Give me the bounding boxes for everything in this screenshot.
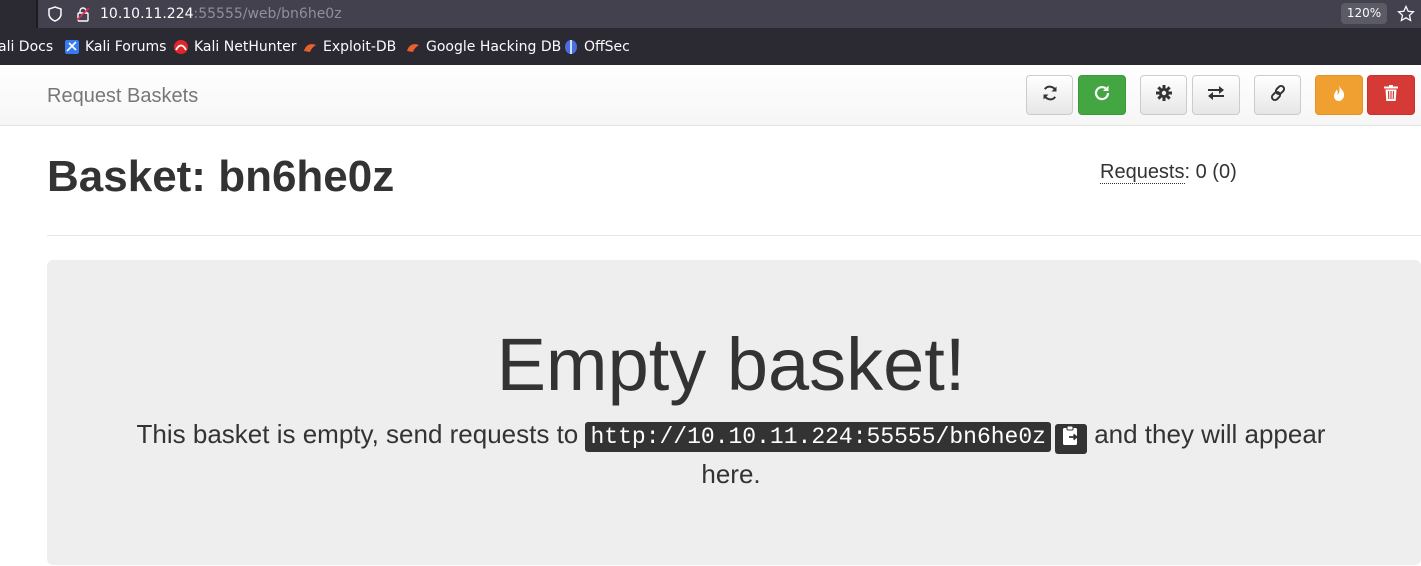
exchange-icon (1206, 84, 1226, 107)
requests-counter: Requests: 0 (0) (1100, 161, 1237, 184)
empty-basket-message: This basket is empty, send requests to h… (136, 419, 1326, 489)
divider (47, 235, 1421, 236)
auto-refresh-button[interactable] (1078, 75, 1126, 115)
ghdb-icon (405, 39, 421, 55)
offsec-icon (563, 39, 579, 55)
bookmark-offsec[interactable]: OffSec (563, 28, 630, 65)
basket-title: Basket: bn6he0z (47, 152, 395, 201)
bookmark-google-hacking-db[interactable]: Google Hacking DB (405, 28, 561, 65)
bookmark-kali-docs[interactable]: ali Docs (0, 28, 53, 65)
app-navbar: Request Baskets (0, 65, 1421, 126)
settings-button[interactable] (1140, 75, 1187, 115)
requests-count: : 0 (0) (1184, 161, 1237, 183)
share-link-button[interactable] (1254, 75, 1301, 115)
sidebar-toggle[interactable] (0, 0, 36, 28)
bookmarks-toolbar: ali Docs Kali Forums Kali NetHunter Expl… (0, 28, 1421, 65)
gear-icon (1155, 84, 1173, 107)
exploit-db-icon (302, 39, 318, 55)
kali-forums-icon (64, 39, 80, 55)
requests-label: Requests (1100, 161, 1185, 184)
bookmark-kali-forums[interactable]: Kali Forums (64, 28, 166, 65)
basket-url: http://10.10.11.224:55555/bn6he0z (585, 422, 1051, 452)
delete-button[interactable] (1367, 75, 1415, 115)
url-text[interactable]: 10.10.11.224:55555/web/bn6he0z (100, 5, 342, 23)
trash-icon (1383, 84, 1399, 107)
responses-button[interactable] (1192, 75, 1240, 115)
link-icon (1269, 84, 1287, 107)
bookmark-star-icon[interactable] (1397, 5, 1415, 23)
empty-basket-heading: Empty basket! (496, 323, 966, 406)
empty-basket-panel (47, 260, 1421, 565)
refresh-icon (1041, 84, 1059, 107)
bookmark-kali-nethunter[interactable]: Kali NetHunter (173, 28, 296, 65)
kali-nethunter-icon (173, 39, 189, 55)
clipboard-icon (1061, 420, 1081, 457)
zoom-level-badge[interactable]: 120% (1341, 3, 1387, 24)
copy-url-button[interactable] (1054, 423, 1087, 454)
bookmark-exploit-db[interactable]: Exploit-DB (302, 28, 396, 65)
auto-refresh-icon (1093, 84, 1111, 107)
browser-urlbar: 10.10.11.224:55555/web/bn6he0z 120% (0, 0, 1421, 28)
refresh-button[interactable] (1026, 75, 1073, 115)
lock-insecure-icon[interactable] (74, 5, 92, 23)
brand-title[interactable]: Request Baskets (47, 85, 198, 108)
flush-button[interactable] (1315, 75, 1363, 115)
shield-icon[interactable] (46, 5, 64, 23)
fire-icon (1331, 84, 1347, 107)
